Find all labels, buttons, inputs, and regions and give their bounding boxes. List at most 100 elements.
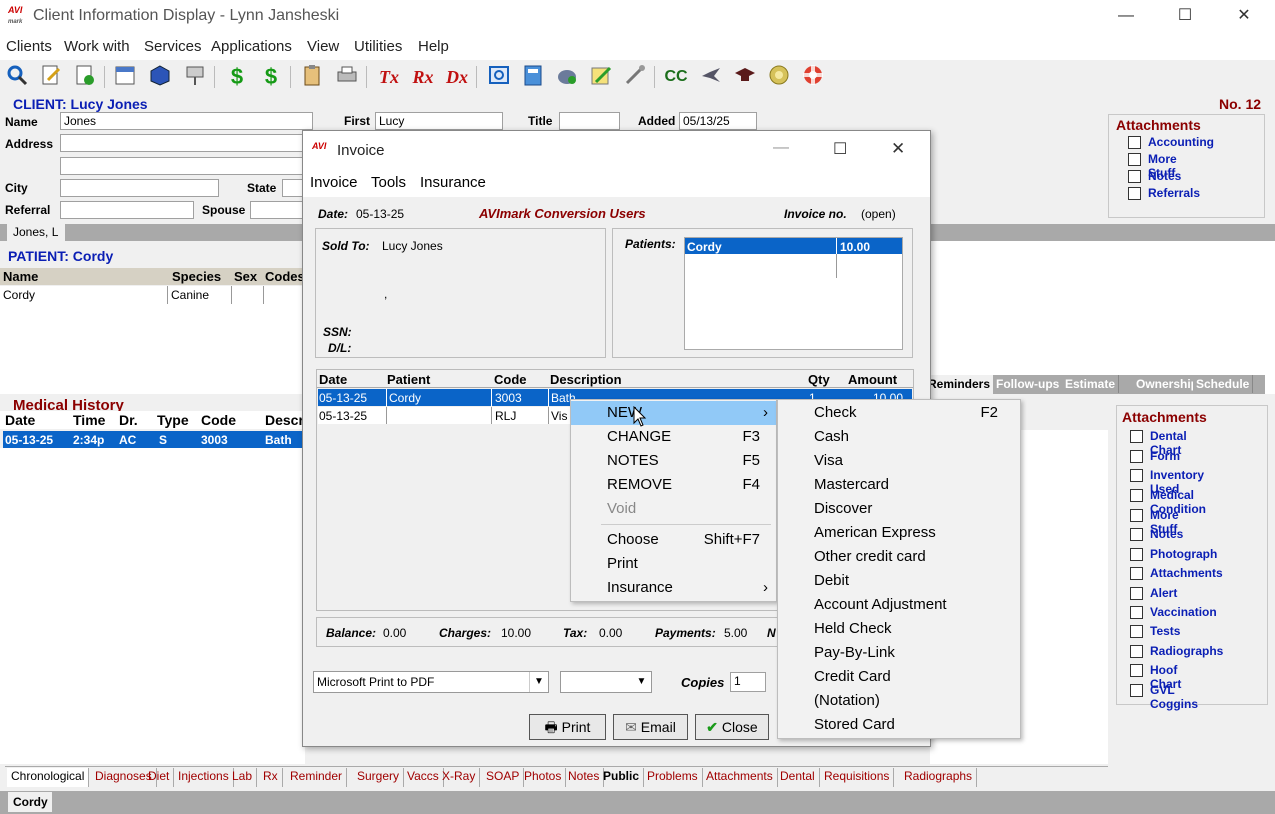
- checkbox[interactable]: [1130, 567, 1143, 581]
- menu-help[interactable]: Help: [418, 38, 449, 55]
- invoice-menu-insurance[interactable]: Insurance: [420, 174, 486, 191]
- referral-field[interactable]: [60, 201, 194, 219]
- col-amount[interactable]: Amount: [848, 372, 897, 387]
- checkbox[interactable]: [1130, 449, 1143, 463]
- bottom-tab-rx[interactable]: Rx: [259, 768, 283, 787]
- col-sex[interactable]: Sex: [234, 269, 257, 284]
- state-field[interactable]: [282, 179, 304, 197]
- menu-utilities[interactable]: Utilities: [354, 38, 402, 55]
- close-button[interactable]: ✕: [1224, 4, 1264, 28]
- clipboard-icon[interactable]: [299, 64, 325, 90]
- col-description[interactable]: Description: [550, 372, 622, 387]
- tx-icon[interactable]: Tx: [376, 64, 402, 90]
- address-line2-field[interactable]: [60, 157, 305, 175]
- payment-option-credit-card[interactable]: Credit Card: [778, 665, 1020, 689]
- context-menu-notes[interactable]: NOTES F5: [571, 449, 776, 473]
- dollar-plus-icon[interactable]: $: [258, 64, 284, 90]
- bottom-tab-lab[interactable]: Lab: [228, 768, 258, 787]
- menu-view[interactable]: View: [307, 38, 339, 55]
- new-document-icon[interactable]: [72, 64, 98, 90]
- bottom-tab-problems[interactable]: Problems: [643, 768, 703, 787]
- checkbox[interactable]: [1130, 606, 1143, 619]
- added-field[interactable]: 05/13/25: [679, 112, 757, 130]
- invoice-maximize-button[interactable]: ☐: [833, 139, 847, 159]
- checkbox[interactable]: [1128, 187, 1141, 200]
- invoice-menu-invoice[interactable]: Invoice: [310, 174, 358, 191]
- menu-clients[interactable]: Clients: [6, 38, 52, 55]
- minimize-button[interactable]: —: [1106, 4, 1146, 28]
- patient-row[interactable]: Cordy Canine: [0, 286, 305, 304]
- invoice-close-button[interactable]: ✕: [891, 139, 905, 159]
- checkbox[interactable]: [1130, 683, 1143, 697]
- cc-icon[interactable]: CC: [663, 64, 689, 90]
- checkbox[interactable]: [1130, 469, 1143, 483]
- context-menu-insurance[interactable]: Insurance ›: [571, 576, 776, 600]
- bottom-tab-diet[interactable]: Diet: [144, 768, 175, 787]
- tab-estimate[interactable]: Estimate: [1062, 375, 1120, 393]
- col-date[interactable]: Date: [5, 412, 35, 428]
- bottom-tab-chronological[interactable]: Chronological: [7, 768, 90, 787]
- bottom-tab-reminder[interactable]: Reminder: [286, 768, 348, 787]
- context-menu-print[interactable]: Print: [571, 552, 776, 576]
- box-icon[interactable]: [147, 64, 173, 90]
- payment-option-debit[interactable]: Debit: [778, 569, 1020, 593]
- title-field[interactable]: [559, 112, 620, 130]
- menu-work-with[interactable]: Work with: [64, 38, 130, 55]
- tools-icon[interactable]: [622, 64, 648, 90]
- dollar-icon[interactable]: $: [224, 64, 250, 90]
- bottom-tab-x-ray[interactable]: X-Ray: [438, 768, 481, 787]
- spouse-field[interactable]: [250, 201, 304, 219]
- dx-icon[interactable]: Dx: [444, 64, 470, 90]
- payment-option-discover[interactable]: Discover: [778, 497, 1020, 521]
- col-codes[interactable]: Codes: [265, 269, 305, 284]
- payment-option-american-express[interactable]: American Express: [778, 521, 1020, 545]
- first-field[interactable]: Lucy: [375, 112, 503, 130]
- checkbox[interactable]: [1128, 170, 1141, 183]
- email-button[interactable]: ✉ Email: [613, 714, 688, 740]
- bottom-tab-surgery[interactable]: Surgery: [353, 768, 405, 787]
- payment-option-other-credit-card[interactable]: Other credit card: [778, 545, 1020, 569]
- col-qty[interactable]: Qty: [808, 372, 830, 387]
- context-menu-new[interactable]: NEW ›: [571, 401, 776, 425]
- print-button[interactable]: 🖶 Print: [529, 714, 606, 740]
- menu-applications[interactable]: Applications: [211, 38, 292, 55]
- preview-icon[interactable]: [486, 64, 512, 90]
- patient-list-row[interactable]: Cordy 10.00: [685, 238, 902, 254]
- calendar-icon[interactable]: [112, 64, 138, 90]
- bottom-tab-public[interactable]: Public: [599, 768, 645, 787]
- payment-option-stored-card[interactable]: Stored Card: [778, 713, 1020, 737]
- bottom-tab-injections[interactable]: Injections: [174, 768, 234, 787]
- menu-services[interactable]: Services: [144, 38, 202, 55]
- checkbox[interactable]: [1130, 586, 1143, 600]
- sign-icon[interactable]: [182, 64, 208, 90]
- bottom-tab-photos[interactable]: Photos: [520, 768, 567, 787]
- tab-reminders[interactable]: Reminders: [925, 375, 994, 394]
- name-field[interactable]: Jones: [60, 112, 313, 130]
- graduation-icon[interactable]: [732, 64, 758, 90]
- payment-option-mastercard[interactable]: Mastercard: [778, 473, 1020, 497]
- col-code[interactable]: Code: [494, 372, 527, 387]
- printer-icon[interactable]: [334, 64, 360, 90]
- patient-tab-cordy[interactable]: Cordy: [8, 792, 52, 812]
- edit-icon[interactable]: [38, 64, 64, 90]
- maximize-button[interactable]: ☐: [1165, 4, 1205, 28]
- context-menu-remove[interactable]: REMOVE F4: [571, 473, 776, 497]
- col-patient[interactable]: Patient: [387, 372, 430, 387]
- checkbox[interactable]: [1130, 625, 1143, 639]
- payment-option-cash[interactable]: Cash: [778, 425, 1020, 449]
- checkbox[interactable]: [1130, 489, 1143, 503]
- checkbox[interactable]: [1128, 153, 1141, 166]
- close-invoice-button[interactable]: ✔ Close: [695, 714, 769, 740]
- city-field[interactable]: [60, 179, 219, 197]
- search-icon[interactable]: [4, 64, 30, 90]
- tab-ownership[interactable]: Ownership: [1133, 375, 1203, 393]
- payment-option-pay-by-link[interactable]: Pay-By-Link: [778, 641, 1020, 665]
- checkbox[interactable]: [1128, 136, 1141, 149]
- bottom-tab-soap[interactable]: SOAP: [482, 768, 525, 787]
- bird-icon[interactable]: [698, 64, 724, 90]
- checkbox[interactable]: [1130, 547, 1143, 561]
- col-species[interactable]: Species: [172, 269, 221, 284]
- address-line1-field[interactable]: [60, 134, 305, 152]
- tab-schedule[interactable]: Schedule: [1193, 375, 1254, 393]
- payment-option-check[interactable]: Check F2: [778, 401, 1020, 425]
